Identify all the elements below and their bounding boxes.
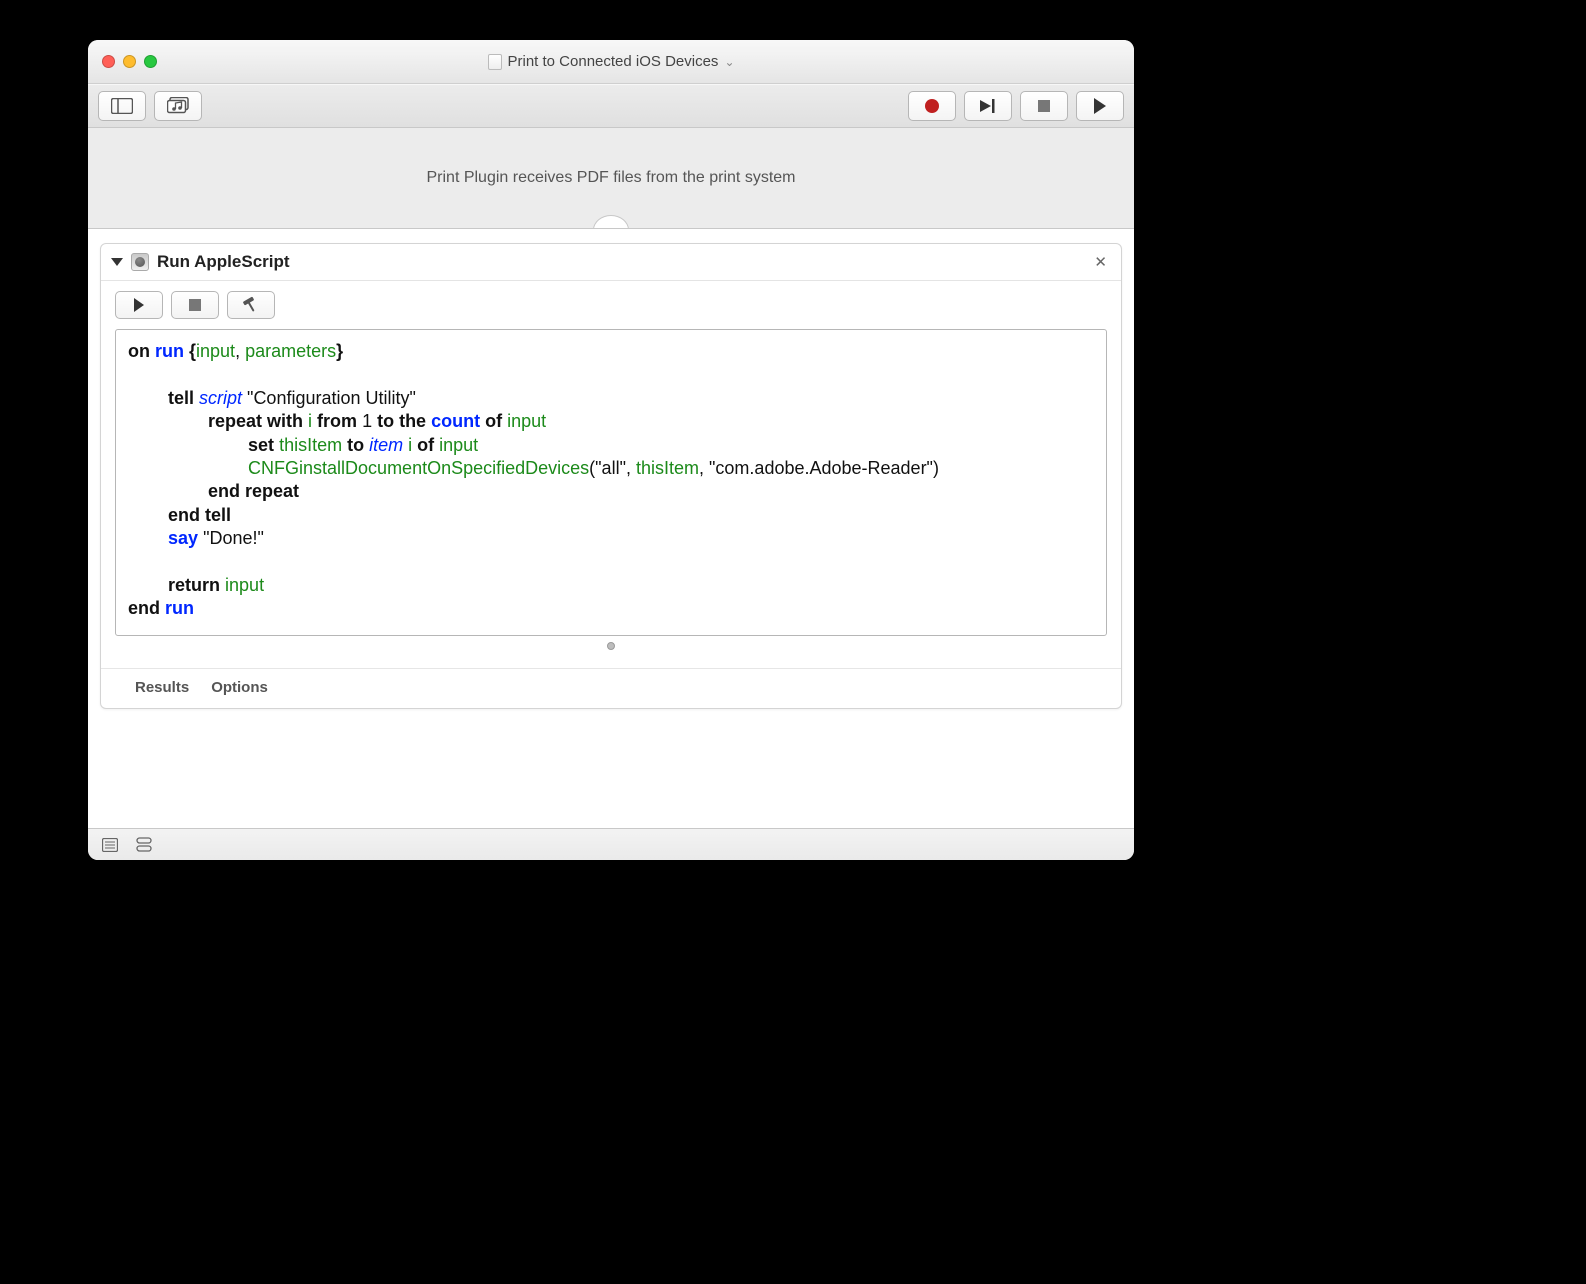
title-dropdown-chevron-icon: ⌄ bbox=[724, 55, 734, 69]
action-header[interactable]: Run AppleScript ✕ bbox=[101, 244, 1121, 281]
hammer-icon bbox=[244, 298, 258, 312]
status-bar bbox=[88, 828, 1134, 860]
minimize-window-button[interactable] bbox=[123, 55, 136, 68]
play-icon bbox=[1094, 98, 1106, 114]
workflow-canvas[interactable]: Run AppleScript ✕ on run {input, paramet… bbox=[88, 228, 1134, 828]
stop-icon bbox=[189, 299, 201, 311]
variables-view-button[interactable] bbox=[136, 837, 152, 853]
run-button[interactable] bbox=[1076, 91, 1124, 121]
stop-icon bbox=[1038, 100, 1050, 112]
script-compile-button[interactable] bbox=[227, 291, 275, 319]
input-notch-icon bbox=[593, 215, 629, 229]
play-icon bbox=[134, 298, 144, 312]
script-run-button[interactable] bbox=[115, 291, 163, 319]
close-window-button[interactable] bbox=[102, 55, 115, 68]
title-container: Print to Connected iOS Devices ⌄ bbox=[88, 53, 1134, 70]
step-button[interactable] bbox=[964, 91, 1012, 121]
script-editor[interactable]: on run {input, parameters} tell script "… bbox=[115, 329, 1107, 636]
media-browser-button[interactable] bbox=[154, 91, 202, 121]
window-controls bbox=[88, 55, 157, 68]
workflow-description-text: Print Plugin receives PDF files from the… bbox=[426, 169, 795, 187]
record-button[interactable] bbox=[908, 91, 956, 121]
results-tab[interactable]: Results bbox=[135, 679, 189, 696]
script-stop-button[interactable] bbox=[171, 291, 219, 319]
stop-button[interactable] bbox=[1020, 91, 1068, 121]
action-run-applescript: Run AppleScript ✕ on run {input, paramet… bbox=[100, 243, 1122, 709]
action-title: Run AppleScript bbox=[157, 252, 290, 272]
toolbar bbox=[88, 84, 1134, 128]
record-icon bbox=[925, 99, 939, 113]
resize-handle[interactable] bbox=[607, 642, 615, 650]
script-toolbar bbox=[115, 291, 1107, 319]
action-footer: Results Options bbox=[101, 668, 1121, 708]
action-body: on run {input, parameters} tell script "… bbox=[101, 281, 1121, 664]
options-tab[interactable]: Options bbox=[211, 679, 268, 696]
workflow-description: Print Plugin receives PDF files from the… bbox=[88, 128, 1134, 228]
applescript-icon bbox=[131, 253, 149, 271]
log-view-button[interactable] bbox=[102, 838, 118, 852]
titlebar: Print to Connected iOS Devices ⌄ bbox=[88, 40, 1134, 84]
toggle-library-button[interactable] bbox=[98, 91, 146, 121]
disclosure-triangle-icon[interactable] bbox=[111, 258, 123, 266]
remove-action-button[interactable]: ✕ bbox=[1090, 253, 1111, 271]
document-icon bbox=[488, 54, 502, 70]
zoom-window-button[interactable] bbox=[144, 55, 157, 68]
automator-window: Print to Connected iOS Devices ⌄ bbox=[88, 40, 1134, 860]
window-title: Print to Connected iOS Devices bbox=[508, 53, 719, 70]
